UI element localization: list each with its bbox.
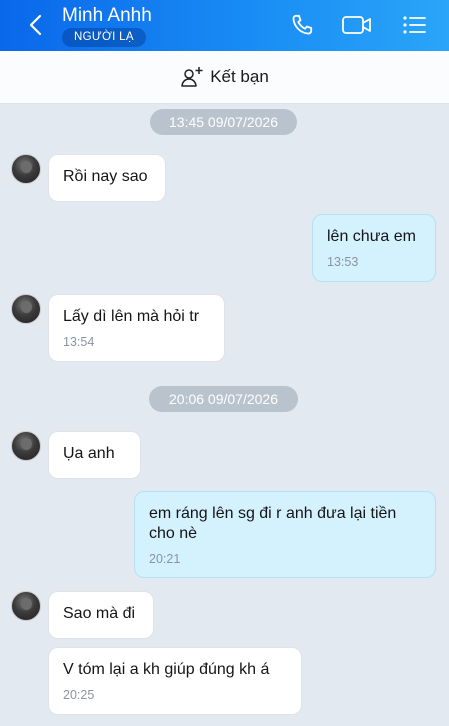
message-bubble-outgoing[interactable]: em ráng lên sg đi r anh đưa lại tiền cho… — [134, 491, 436, 578]
contact-avatar[interactable] — [11, 154, 41, 184]
video-call-button[interactable] — [341, 10, 373, 40]
chat-header: Minh Anhh NGƯỜI LẠ — [0, 0, 449, 51]
message-text: Sao mà đi — [63, 605, 136, 622]
message-bubble-incoming[interactable]: Ụa anh — [48, 431, 141, 479]
contact-avatar[interactable] — [11, 294, 41, 324]
message-bubble-incoming[interactable]: Lấy dì lên mà hỏi tr 13:54 — [48, 294, 225, 362]
message-text: em ráng lên sg đi r anh đưa lại tiền cho… — [149, 505, 397, 542]
video-call-icon — [342, 16, 371, 34]
add-friend-bar[interactable]: Kết bạn — [0, 51, 449, 104]
message-time: 20:21 — [149, 552, 181, 566]
date-separator: 13:45 09/07/2026 — [150, 109, 297, 135]
message-text: Lấy dì lên mà hỏi tr — [63, 308, 200, 325]
message-bubble-outgoing[interactable]: lên chưa em 13:53 — [312, 214, 436, 282]
message-time: 13:54 — [63, 335, 95, 349]
date-separator: 20:06 09/07/2026 — [149, 386, 298, 412]
add-friend-icon — [181, 67, 203, 87]
message-bubble-incoming[interactable]: Rồi nay sao — [48, 154, 166, 202]
contact-avatar[interactable] — [11, 591, 41, 621]
contact-avatar[interactable] — [11, 431, 41, 461]
back-icon — [29, 14, 42, 36]
message-text: V tóm lại a kh giúp đúng kh á — [63, 661, 270, 678]
back-button[interactable] — [20, 10, 50, 40]
add-friend-label: Kết bạn — [210, 67, 269, 86]
message-text: lên chưa em — [327, 228, 416, 245]
message-time: 20:25 — [63, 688, 95, 702]
stranger-badge: NGƯỜI LẠ — [62, 28, 146, 47]
call-button[interactable] — [286, 10, 318, 40]
contact-name[interactable]: Minh Anhh — [62, 5, 152, 27]
message-text: Ụa anh — [63, 445, 115, 462]
message-bubble-incoming[interactable]: Sao mà đi — [48, 591, 154, 639]
message-text: Rồi nay sao — [63, 168, 148, 185]
message-time: 13:53 — [327, 255, 359, 269]
phone-icon — [292, 14, 313, 35]
menu-button[interactable] — [398, 10, 430, 40]
message-bubble-incoming[interactable]: V tóm lại a kh giúp đúng kh á 20:25 — [48, 647, 302, 715]
menu-list-icon — [403, 16, 426, 34]
